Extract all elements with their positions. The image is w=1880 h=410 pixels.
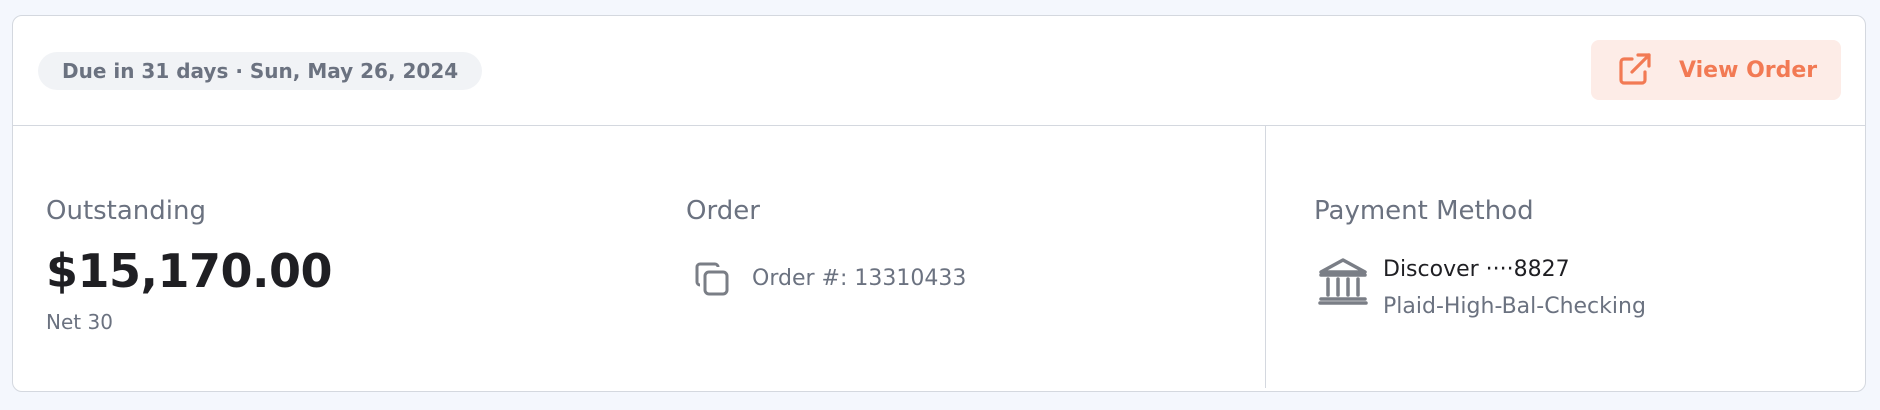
order-section: Order Order #: 13310433 — [642, 126, 1266, 388]
outstanding-amount: $15,170.00 — [46, 244, 333, 298]
bank-icon — [1317, 255, 1369, 307]
invoice-card: Due in 31 days · Sun, May 26, 2024 View … — [12, 15, 1866, 392]
view-order-label: View Order — [1679, 57, 1818, 83]
due-date-badge: Due in 31 days · Sun, May 26, 2024 — [38, 52, 483, 90]
payment-terms: Net 30 — [46, 310, 113, 334]
payment-account: Discover ····8827 — [1383, 257, 1570, 282]
order-number: Order #: 13310433 — [752, 266, 967, 291]
payment-method-title: Payment Method — [1314, 196, 1534, 226]
card-header: Due in 31 days · Sun, May 26, 2024 View … — [13, 16, 1865, 126]
payment-method-section: Payment Method Discover ····8827 Plaid-H… — [1266, 126, 1865, 391]
outstanding-section: Outstanding $15,170.00 Net 30 — [13, 126, 642, 391]
view-order-button[interactable]: View Order — [1591, 40, 1841, 100]
external-link-icon — [1615, 51, 1653, 89]
copy-icon[interactable] — [694, 261, 730, 297]
due-date-text: Due in 31 days · Sun, May 26, 2024 — [62, 59, 459, 83]
outstanding-title: Outstanding — [46, 196, 206, 226]
order-title: Order — [686, 196, 760, 226]
payment-account-name: Plaid-High-Bal-Checking — [1383, 294, 1646, 319]
